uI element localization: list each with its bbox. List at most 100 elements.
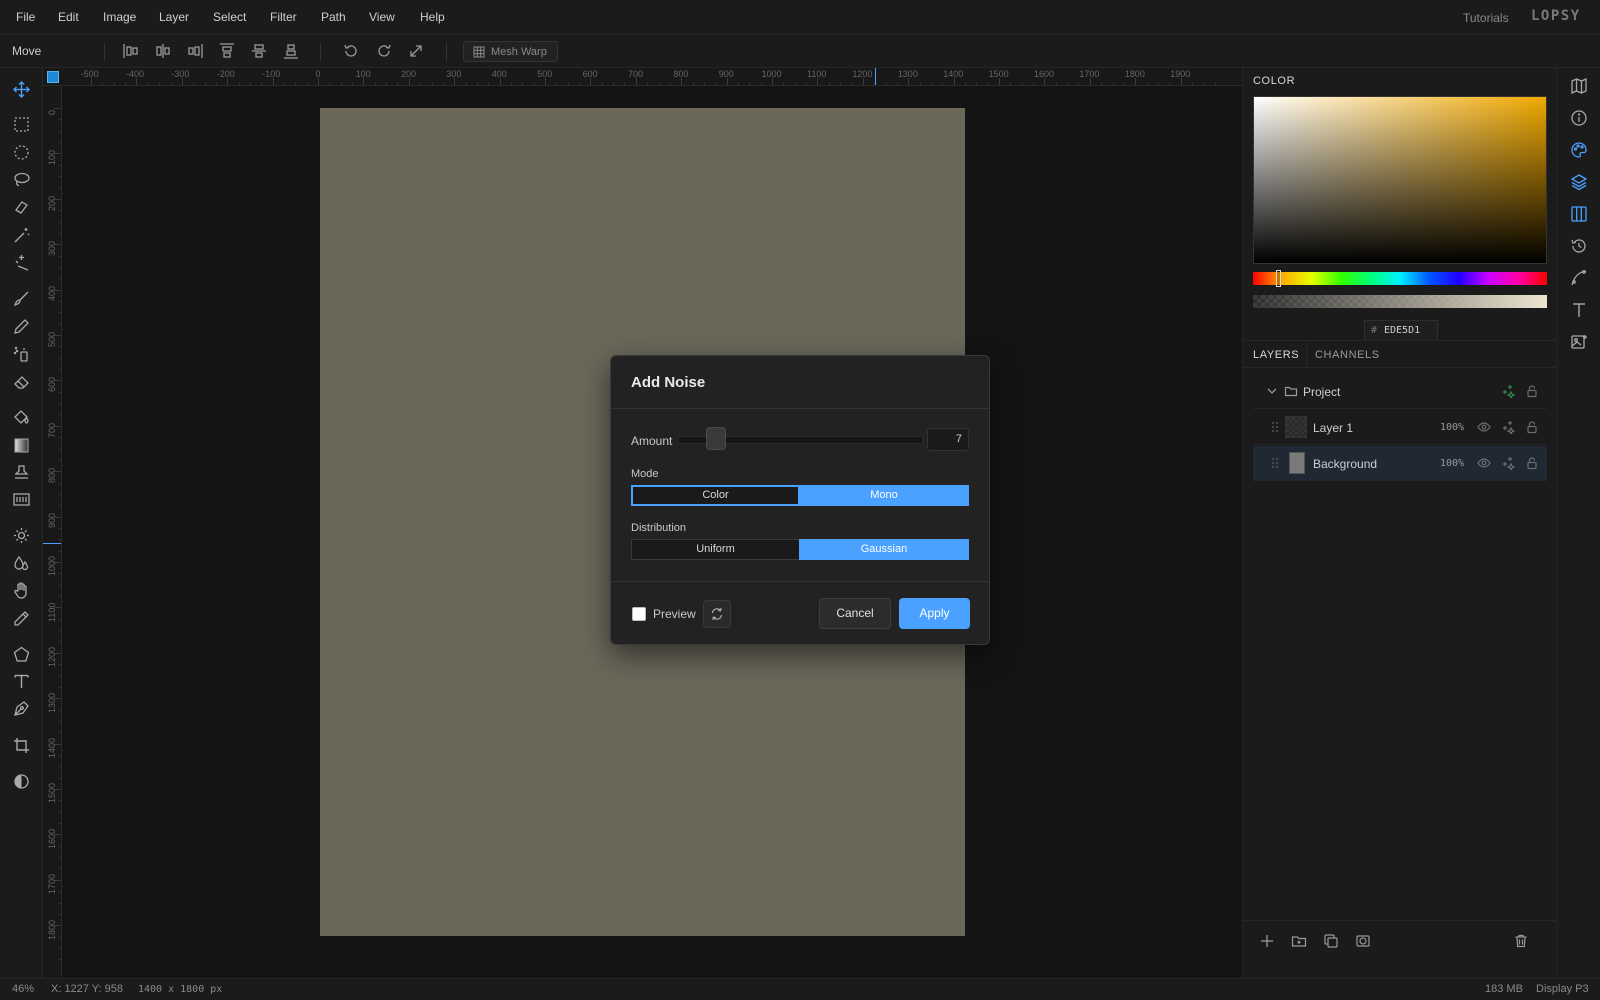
info-icon[interactable]: [1569, 108, 1589, 128]
distribution-uniform-option[interactable]: Uniform: [631, 539, 800, 560]
layer-opacity[interactable]: 100%: [1440, 422, 1464, 433]
tutorials-link[interactable]: Tutorials: [1463, 11, 1509, 25]
pencil-icon[interactable]: [12, 317, 31, 336]
stamp-icon[interactable]: [12, 463, 31, 482]
dodge-icon[interactable]: [12, 526, 31, 545]
menu-image[interactable]: Image: [103, 10, 136, 24]
quick-select-icon[interactable]: [12, 253, 31, 272]
pen-tool-icon[interactable]: [12, 699, 31, 718]
hue-slider-handle[interactable]: [1276, 270, 1281, 287]
align-center-vertical-icon[interactable]: [250, 42, 268, 60]
distribution-gaussian-option[interactable]: Gaussian: [799, 539, 969, 560]
duplicate-icon[interactable]: [1323, 933, 1339, 949]
lasso-icon[interactable]: [12, 170, 31, 189]
contrast-icon[interactable]: [12, 772, 31, 791]
mesh-warp-button[interactable]: Mesh Warp: [463, 41, 558, 62]
hand-icon[interactable]: [12, 581, 31, 600]
paint-bucket-icon[interactable]: [12, 408, 31, 427]
eyedropper-icon[interactable]: [12, 609, 31, 628]
history-icon[interactable]: [1569, 236, 1589, 256]
apply-button[interactable]: Apply: [899, 598, 970, 629]
lock-icon[interactable]: [1525, 384, 1539, 398]
menu-view[interactable]: View: [369, 10, 395, 24]
layer-name[interactable]: Layer 1: [1313, 421, 1353, 435]
mode-color-option[interactable]: Color: [631, 485, 800, 506]
polygon-icon[interactable]: [12, 645, 31, 664]
preview-checkbox[interactable]: [632, 607, 646, 621]
menu-edit[interactable]: Edit: [58, 10, 79, 24]
crop-icon[interactable]: [12, 736, 31, 755]
color-picker-field[interactable]: [1253, 96, 1547, 264]
layer-group-row[interactable]: Project: [1253, 374, 1547, 409]
menu-layer[interactable]: Layer: [159, 10, 189, 24]
menu-select[interactable]: Select: [213, 10, 246, 24]
menu-path[interactable]: Path: [321, 10, 346, 24]
layer-thumbnail: [1285, 416, 1307, 438]
rotate-left-icon[interactable]: [342, 42, 360, 60]
preview-label[interactable]: Preview: [653, 607, 696, 621]
amount-slider-handle[interactable]: [706, 427, 726, 450]
hex-color-input[interactable]: # EDE5D1: [1364, 320, 1438, 341]
magnetic-lasso-icon[interactable]: [12, 198, 31, 217]
drag-handle-icon[interactable]: [1271, 457, 1279, 469]
tab-layers[interactable]: LAYERS: [1253, 349, 1299, 361]
align-top-icon[interactable]: [218, 42, 236, 60]
expand-icon[interactable]: [407, 42, 425, 60]
drag-handle-icon[interactable]: [1271, 421, 1279, 433]
gradient-icon[interactable]: [12, 436, 31, 455]
eye-icon[interactable]: [1477, 420, 1491, 434]
new-group-icon[interactable]: [1291, 933, 1307, 949]
layers-icon[interactable]: [1569, 172, 1589, 192]
rotate-right-icon[interactable]: [375, 42, 393, 60]
effects-icon[interactable]: [1501, 384, 1515, 398]
magic-wand-icon[interactable]: [12, 226, 31, 245]
eye-icon[interactable]: [1477, 456, 1491, 470]
channels-icon[interactable]: [1569, 204, 1589, 224]
tab-channels[interactable]: CHANNELS: [1315, 349, 1380, 361]
layer-row[interactable]: Layer 1 100%: [1253, 410, 1547, 445]
image-adjust-icon[interactable]: [1569, 332, 1589, 352]
lock-icon[interactable]: [1525, 456, 1539, 470]
add-layer-icon[interactable]: [1259, 933, 1275, 949]
layer-name[interactable]: Background: [1313, 457, 1377, 471]
ruler-label: 1400: [47, 737, 57, 758]
text-tool-icon[interactable]: [12, 672, 31, 691]
tab-color[interactable]: COLOR: [1253, 75, 1295, 87]
hue-slider[interactable]: [1253, 272, 1547, 285]
chevron-down-icon[interactable]: [1265, 384, 1279, 398]
curves-icon[interactable]: [1569, 268, 1589, 288]
align-center-horizontal-icon[interactable]: [154, 42, 172, 60]
brush-icon[interactable]: [12, 289, 31, 308]
menu-help[interactable]: Help: [420, 10, 445, 24]
menu-file[interactable]: File: [16, 10, 35, 24]
alpha-slider[interactable]: [1253, 295, 1547, 308]
rectangle-select-icon[interactable]: [12, 115, 31, 134]
dialog-title: Add Noise: [631, 374, 706, 391]
align-right-icon[interactable]: [186, 42, 204, 60]
effects-icon[interactable]: [1501, 420, 1515, 434]
lock-icon[interactable]: [1525, 420, 1539, 434]
spray-icon[interactable]: [12, 344, 31, 363]
trash-icon[interactable]: [1513, 933, 1529, 949]
mode-mono-option[interactable]: Mono: [799, 485, 969, 506]
layer-opacity[interactable]: 100%: [1440, 458, 1464, 469]
layer-row-selected[interactable]: Background 100%: [1253, 446, 1547, 481]
refresh-preview-button[interactable]: [703, 600, 731, 628]
amount-input[interactable]: 7: [927, 428, 969, 451]
effects-icon[interactable]: [1501, 456, 1515, 470]
pattern-icon[interactable]: [12, 490, 31, 509]
move-tool-icon[interactable]: [12, 80, 31, 99]
palette-icon[interactable]: [1569, 140, 1589, 160]
mask-icon[interactable]: [1355, 933, 1371, 949]
map-icon[interactable]: [1569, 76, 1589, 96]
align-bottom-icon[interactable]: [282, 42, 300, 60]
eraser-icon[interactable]: [12, 372, 31, 391]
align-left-icon[interactable]: [122, 42, 140, 60]
type-icon[interactable]: [1569, 300, 1589, 320]
menu-filter[interactable]: Filter: [270, 10, 297, 24]
blur-drops-icon[interactable]: [12, 554, 31, 573]
cancel-button[interactable]: Cancel: [819, 598, 891, 629]
ellipse-select-icon[interactable]: [12, 143, 31, 162]
ruler-origin-swatch[interactable]: [47, 71, 59, 83]
zoom-level[interactable]: 46%: [12, 983, 34, 995]
